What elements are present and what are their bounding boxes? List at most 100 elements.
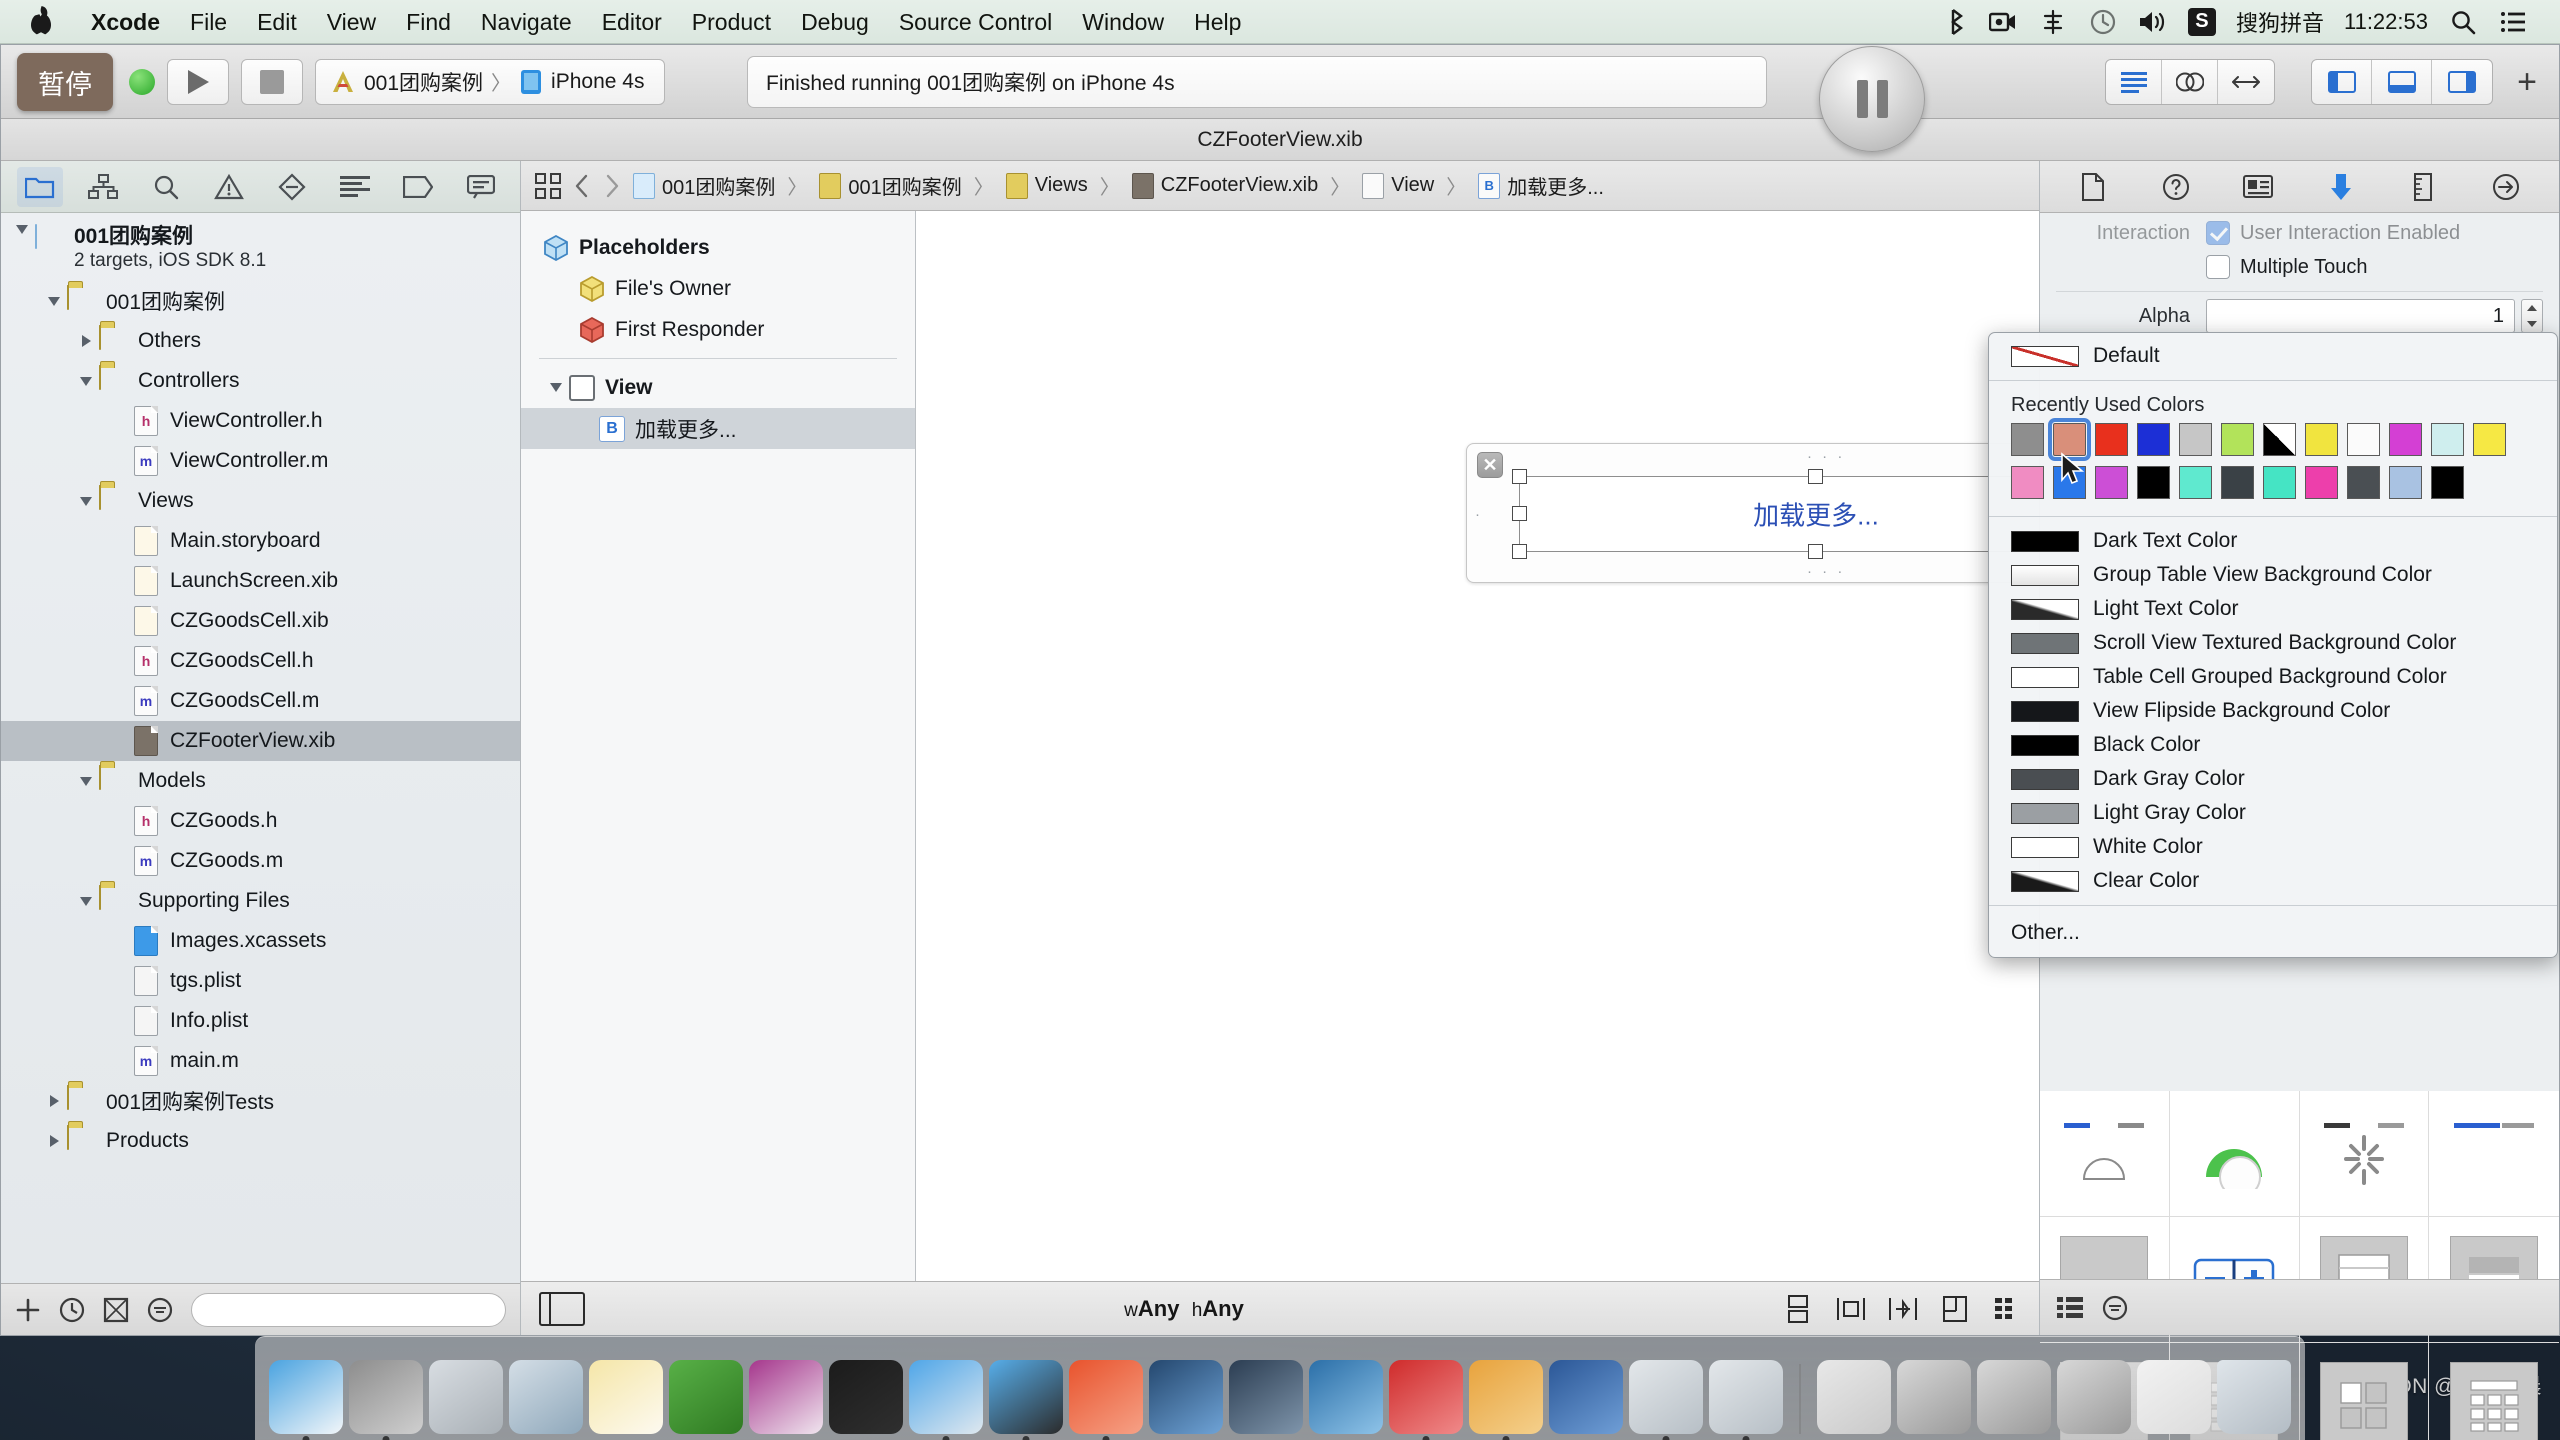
breadcrumb-item[interactable]: View	[1362, 172, 1434, 199]
twisty-icon[interactable]	[73, 776, 99, 786]
file-tree-row[interactable]: CZFooterView.xib	[1, 721, 520, 761]
report-navigator-icon[interactable]	[458, 167, 504, 207]
dock-item-safari[interactable]	[509, 1360, 583, 1434]
color-swatch[interactable]	[2095, 466, 2128, 499]
close-icon[interactable]: ✕	[1477, 452, 1503, 478]
symbol-navigator-icon[interactable]	[80, 167, 126, 207]
menu-item-edit[interactable]: Edit	[242, 0, 312, 44]
breakpoint-navigator-icon[interactable]	[395, 167, 441, 207]
color-dropdown-menu[interactable]: Default Recently Used Colors Dark Text C…	[1988, 332, 2558, 958]
library-item-progress[interactable]	[2429, 1091, 2559, 1217]
dock-item-word[interactable]	[1549, 1360, 1623, 1434]
breadcrumb-item[interactable]: CZFooterView.xib	[1131, 172, 1318, 199]
file-tree-row[interactable]: Views	[1, 481, 520, 521]
library-filter-icon[interactable]	[2102, 1295, 2128, 1321]
back-chevron-icon[interactable]	[573, 173, 591, 199]
library-item-collection-reusable[interactable]	[2429, 1343, 2559, 1440]
alpha-stepper[interactable]	[2521, 299, 2543, 333]
file-tree-row[interactable]: Images.xcassets	[1, 921, 520, 961]
color-swatch[interactable]	[2263, 466, 2296, 499]
issue-navigator-icon[interactable]	[206, 167, 252, 207]
color-swatch[interactable]	[2263, 423, 2296, 456]
filter-icon[interactable]	[147, 1297, 173, 1323]
related-files-icon[interactable]	[535, 172, 561, 199]
menu-item-window[interactable]: Window	[1067, 0, 1179, 44]
clock[interactable]: 11:22:53	[2344, 9, 2428, 35]
color-swatch[interactable]	[2137, 423, 2170, 456]
multiple-touch-checkbox[interactable]	[2206, 255, 2230, 279]
file-tree-row[interactable]: Supporting Files	[1, 881, 520, 921]
file-tree-row[interactable]: tgs.plist	[1, 961, 520, 1001]
color-swatch[interactable]	[2179, 466, 2212, 499]
interface-builder-canvas[interactable]: ✕ · · · · · · · · · · · · 加载更多...	[916, 211, 2039, 1281]
assistant-editor-icon[interactable]	[2162, 59, 2219, 104]
library-list-icon[interactable]	[2056, 1295, 2084, 1321]
screen-record-icon[interactable]	[1988, 7, 2018, 37]
scheme-selector[interactable]: 001团购案例 〉 iPhone 4s	[315, 58, 665, 105]
outline-placeholders-header[interactable]: Placeholders	[521, 227, 915, 268]
resize-handle[interactable]	[1808, 469, 1823, 484]
dock-item-launchpad[interactable]	[429, 1360, 503, 1434]
color-menu-item[interactable]: Dark Text Color	[1989, 524, 2557, 558]
dock-minimized-window-1[interactable]	[1817, 1360, 1891, 1434]
dock[interactable]	[255, 1336, 2305, 1440]
dock-item-excel[interactable]	[669, 1360, 743, 1434]
twisty-icon[interactable]	[73, 335, 99, 347]
search-icon[interactable]	[2448, 7, 2478, 37]
user-interaction-checkbox[interactable]	[2206, 221, 2230, 245]
menu-item-help[interactable]: Help	[1179, 0, 1256, 44]
file-tree-row[interactable]: Controllers	[1, 361, 520, 401]
airplay-icon[interactable]	[2038, 7, 2068, 37]
twisty-icon[interactable]	[73, 896, 99, 906]
file-tree-row[interactable]: Main.storyboard	[1, 521, 520, 561]
file-tree-row[interactable]: h CZGoods.h	[1, 801, 520, 841]
menu-item-source-control[interactable]: Source Control	[884, 0, 1067, 44]
debug-navigator-icon[interactable]	[332, 167, 378, 207]
file-tree-row[interactable]: 001团购案例 2 targets, iOS SDK 8.1	[1, 223, 520, 281]
dock-minimized-window-5[interactable]	[2137, 1360, 2211, 1434]
color-swatch[interactable]	[2431, 423, 2464, 456]
file-tree-row[interactable]: Others	[1, 321, 520, 361]
attributes-inspector-icon[interactable]	[2319, 167, 2363, 207]
size-inspector-icon[interactable]	[2401, 167, 2445, 207]
library-item-switch[interactable]	[2169, 1091, 2300, 1217]
stop-button[interactable]	[241, 58, 303, 105]
breadcrumb-item[interactable]: 001团购案例	[633, 171, 775, 200]
library-item-activity-indicator[interactable]	[2299, 1091, 2430, 1217]
twisty-icon[interactable]	[41, 1135, 67, 1147]
twisty-icon[interactable]	[41, 1095, 67, 1107]
color-swatch[interactable]	[2011, 466, 2044, 499]
file-tree-row[interactable]: CZGoodsCell.xib	[1, 601, 520, 641]
color-swatch[interactable]	[2389, 423, 2422, 456]
run-button[interactable]	[167, 58, 229, 105]
resize-handle[interactable]	[1512, 544, 1527, 559]
forward-chevron-icon[interactable]	[603, 173, 621, 199]
dock-item-xcode-beta[interactable]	[909, 1360, 983, 1440]
object-library-grid[interactable]	[2040, 1091, 2559, 1440]
zoom-icon[interactable]	[1991, 1294, 2021, 1324]
dock-minimized-window-3[interactable]	[1977, 1360, 2051, 1434]
color-swatch[interactable]	[2305, 423, 2338, 456]
clock-icon[interactable]	[59, 1297, 85, 1323]
color-swatch[interactable]	[2137, 466, 2170, 499]
bluetooth-icon[interactable]	[1938, 7, 1968, 37]
dock-item-xcode[interactable]	[1629, 1360, 1703, 1440]
dock-minimized-window-4[interactable]	[2057, 1360, 2131, 1434]
size-class-indicator[interactable]: wAny hAny	[585, 1296, 1783, 1322]
color-menu-item[interactable]: Light Gray Color	[1989, 796, 2557, 830]
align-icon[interactable]	[1783, 1294, 1815, 1324]
outline-item-first-responder[interactable]: First Responder	[521, 309, 915, 350]
dock-item-pages[interactable]	[1069, 1360, 1143, 1440]
color-swatch[interactable]	[2305, 466, 2338, 499]
notification-center-icon[interactable]	[2498, 7, 2528, 37]
file-tree-row[interactable]: LaunchScreen.xib	[1, 561, 520, 601]
menu-item-product[interactable]: Product	[677, 0, 786, 44]
test-navigator-icon[interactable]	[269, 167, 315, 207]
dock-item-flash[interactable]	[1469, 1360, 1543, 1440]
ime-label[interactable]: 搜狗拼音	[2236, 6, 2324, 38]
color-menu-item[interactable]: View Flipside Background Color	[1989, 694, 2557, 728]
dock-item-system-preferences[interactable]	[349, 1360, 423, 1440]
add-button[interactable]: +	[2517, 65, 2537, 99]
dock-item-thunder-download[interactable]	[1309, 1360, 1383, 1434]
color-swatch[interactable]	[2179, 423, 2212, 456]
